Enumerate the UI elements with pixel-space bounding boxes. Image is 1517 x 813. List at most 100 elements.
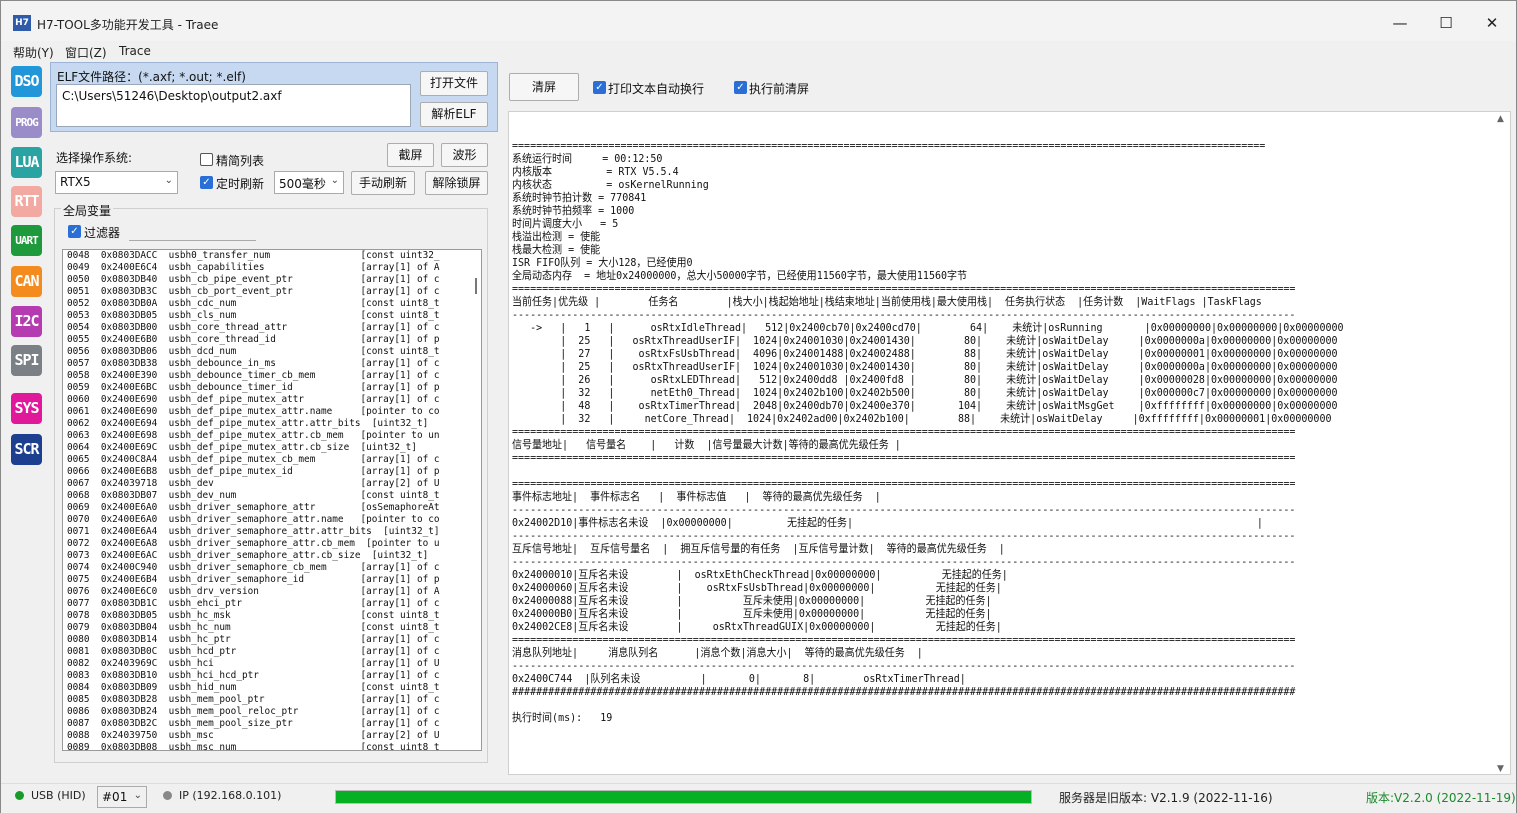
- waveform-button[interactable]: 波形: [441, 143, 488, 167]
- var-row[interactable]: 0078 0x0803DB05 usbh_hc_msk [const uint8…: [63, 610, 481, 622]
- var-row[interactable]: 0075 0x2400E6B4 usbh_driver_semaphore_id…: [63, 574, 481, 586]
- output-line: 0x24000010|互斥名未设 | osRtxEthCheckThread|0…: [512, 568, 1008, 581]
- var-row[interactable]: 0054 0x0803DB00 usbh_core_thread_attr [a…: [63, 322, 481, 334]
- usb-status-icon: [15, 791, 24, 800]
- var-row[interactable]: 0060 0x2400E690 usbh_def_pipe_mutex_attr…: [63, 394, 481, 406]
- tool-lua-button[interactable]: LUA: [11, 147, 42, 178]
- clear-screen-button[interactable]: 清屏: [509, 73, 579, 101]
- parse-elf-button[interactable]: 解析ELF: [420, 102, 488, 127]
- var-row[interactable]: 0081 0x0803DB0C usbh_hcd_ptr [array[1] o…: [63, 646, 481, 658]
- var-list-scrollbar[interactable]: [471, 250, 481, 750]
- scroll-down-icon[interactable]: ▼: [1497, 764, 1504, 774]
- filter-label: 过滤器: [84, 226, 121, 240]
- menu-trace[interactable]: Trace: [119, 44, 151, 58]
- var-row[interactable]: 0071 0x2400E6A4 usbh_driver_semaphore_at…: [63, 526, 481, 538]
- var-row[interactable]: 0066 0x2400E6B8 usbh_def_pipe_mutex_id […: [63, 466, 481, 478]
- var-row[interactable]: 0049 0x2400E6C4 usbh_capabilities [array…: [63, 262, 481, 274]
- output-line: | 25 | osRtxThreadUserIF| 1024|0x2400103…: [512, 334, 1338, 347]
- var-row[interactable]: 0065 0x2400C8A4 usbh_def_pipe_mutex_cb_m…: [63, 454, 481, 466]
- auto-wrap-checkbox[interactable]: ✓: [593, 81, 606, 94]
- var-row[interactable]: 0084 0x0803DB09 usbh_hid_num [const uint…: [63, 682, 481, 694]
- refresh-interval-select[interactable]: 500毫秒 ⌄: [274, 171, 344, 194]
- output-line: 0x24002D10|事件标志名未设 |0x00000000| 无挂起的任务| …: [512, 516, 1263, 529]
- tool-uart-button[interactable]: UART: [11, 225, 42, 256]
- var-row[interactable]: 0063 0x2400E698 usbh_def_pipe_mutex_attr…: [63, 430, 481, 442]
- var-row[interactable]: 0087 0x0803DB2C usbh_mem_pool_size_ptr […: [63, 718, 481, 730]
- var-row[interactable]: 0077 0x0803DB1C usbh_ehci_ptr [array[1] …: [63, 598, 481, 610]
- output-line: 系统时钟节拍计数 = 770841: [512, 191, 647, 204]
- clear-before-checkbox[interactable]: ✓: [734, 81, 747, 94]
- manual-refresh-button[interactable]: 手动刷新: [351, 171, 415, 195]
- tool-rtt-button[interactable]: RTT: [11, 186, 42, 217]
- var-row[interactable]: 0070 0x2400E6A0 usbh_driver_semaphore_at…: [63, 514, 481, 526]
- output-console[interactable]: ========================================…: [508, 111, 1511, 775]
- output-line: ----------------------------------------…: [512, 555, 1296, 568]
- output-line: | 25 | osRtxThreadUserIF| 1024|0x2400103…: [512, 360, 1338, 373]
- scroll-up-icon[interactable]: ▲: [1497, 114, 1504, 124]
- var-row[interactable]: 0062 0x2400E694 usbh_def_pipe_mutex_attr…: [63, 418, 481, 430]
- var-row[interactable]: 0079 0x0803DB04 usbh_hc_num [const uint8…: [63, 622, 481, 634]
- close-button[interactable]: ✕: [1477, 11, 1507, 35]
- output-line: 全局动态内存 = 地址0x24000000，总大小50000字节，已经使用115…: [512, 269, 968, 282]
- output-line: ========================================…: [512, 451, 1296, 464]
- device-select[interactable]: #01 ⌄: [97, 786, 147, 808]
- var-row[interactable]: 0051 0x0803DB3C usbh_cb_port_event_ptr […: [63, 286, 481, 298]
- filter-input[interactable]: [129, 219, 256, 241]
- menu-window[interactable]: 窗口(Z): [65, 44, 107, 61]
- tool-prog-button[interactable]: PROG: [11, 107, 42, 138]
- refresh-interval-value: 500毫秒: [279, 177, 326, 191]
- tool-can-button[interactable]: CAN: [11, 266, 42, 297]
- var-row[interactable]: 0085 0x0803DB28 usbh_mem_pool_ptr [array…: [63, 694, 481, 706]
- elf-panel: ELF文件路径：(*.axf; *.out; *.elf) C:\Users\5…: [50, 62, 498, 132]
- var-row[interactable]: 0080 0x0803DB14 usbh_hc_ptr [array[1] of…: [63, 634, 481, 646]
- output-line: ========================================…: [512, 139, 1266, 152]
- var-row[interactable]: 0055 0x2400E6B0 usbh_core_thread_id [arr…: [63, 334, 481, 346]
- var-row[interactable]: 0058 0x2400E390 usbh_debounce_timer_cb_m…: [63, 370, 481, 382]
- output-line: ========================================…: [512, 633, 1296, 646]
- var-row[interactable]: 0076 0x2400E6C0 usbh_drv_version [array[…: [63, 586, 481, 598]
- var-row[interactable]: 0048 0x0803DACC usbh0_transfer_num [cons…: [63, 250, 481, 262]
- var-row[interactable]: 0061 0x2400E690 usbh_def_pipe_mutex_attr…: [63, 406, 481, 418]
- tool-spi-button[interactable]: SPI: [11, 345, 42, 376]
- menu-help[interactable]: 帮助(Y): [13, 44, 54, 61]
- global-vars-list[interactable]: 0048 0x0803DACC usbh0_transfer_num [cons…: [62, 249, 482, 751]
- var-row[interactable]: 0059 0x2400E6BC usbh_debounce_timer_id […: [63, 382, 481, 394]
- var-row[interactable]: 0069 0x2400E6A0 usbh_driver_semaphore_at…: [63, 502, 481, 514]
- output-line: -> | 1 | osRtxIdleThread| 512|0x2400cb70…: [512, 321, 1344, 334]
- var-row[interactable]: 0067 0x24039718 usbh_dev [array[2] of U: [63, 478, 481, 490]
- unlock-screen-button[interactable]: 解除锁屏: [425, 171, 488, 195]
- var-row[interactable]: 0053 0x0803DB05 usbh_cls_num [const uint…: [63, 310, 481, 322]
- var-row[interactable]: 0057 0x0803DB38 usbh_debounce_in_ms [arr…: [63, 358, 481, 370]
- output-line: 0x24002CE8|互斥名未设 | osRtxThreadGUIX|0x000…: [512, 620, 1002, 633]
- chevron-down-icon: ⌄: [330, 175, 339, 186]
- os-select[interactable]: RTX5 ⌄: [55, 171, 178, 194]
- var-row[interactable]: 0073 0x2400E6AC usbh_driver_semaphore_at…: [63, 550, 481, 562]
- var-row[interactable]: 0050 0x0803DB40 usbh_cb_pipe_event_ptr […: [63, 274, 481, 286]
- tool-sys-button[interactable]: SYS: [11, 393, 42, 424]
- var-row[interactable]: 0083 0x0803DB10 usbh_hci_hcd_ptr [array[…: [63, 670, 481, 682]
- var-row[interactable]: 0089 0x0803DB08 usbh_msc_num [const uint…: [63, 742, 481, 750]
- filter-checkbox[interactable]: ✓: [68, 225, 81, 238]
- compact-list-checkbox[interactable]: [200, 153, 213, 166]
- var-row[interactable]: 0074 0x2400C940 usbh_driver_semaphore_cb…: [63, 562, 481, 574]
- var-row[interactable]: 0086 0x0803DB24 usbh_mem_pool_reloc_ptr …: [63, 706, 481, 718]
- var-row[interactable]: 0056 0x0803DB06 usbh_dcd_num [const uint…: [63, 346, 481, 358]
- tool-scr-button[interactable]: SCR: [11, 434, 42, 465]
- open-file-button[interactable]: 打开文件: [420, 71, 488, 96]
- maximize-button[interactable]: ☐: [1431, 11, 1461, 35]
- var-row[interactable]: 0068 0x0803DB07 usbh_dev_num [const uint…: [63, 490, 481, 502]
- var-row[interactable]: 0052 0x0803DB0A usbh_cdc_num [const uint…: [63, 298, 481, 310]
- screenshot-button[interactable]: 截屏: [387, 143, 434, 167]
- var-row[interactable]: 0088 0x24039750 usbh_msc [array[2] of U: [63, 730, 481, 742]
- output-scrollbar[interactable]: ▲ ▼: [1494, 112, 1510, 774]
- output-toolbar: 清屏 ✓ 打印文本自动换行 ✓ 执行前清屏: [501, 65, 1513, 111]
- var-row[interactable]: 0082 0x2403969C usbh_hci [array[1] of U: [63, 658, 481, 670]
- minimize-button[interactable]: —: [1385, 11, 1415, 35]
- elf-path-input[interactable]: C:\Users\51246\Desktop\output2.axf: [56, 84, 411, 127]
- var-row[interactable]: 0064 0x2400E69C usbh_def_pipe_mutex_attr…: [63, 442, 481, 454]
- tool-dso-button[interactable]: DSO: [11, 66, 42, 97]
- timer-refresh-checkbox[interactable]: ✓: [200, 176, 213, 189]
- tool-i2c-button[interactable]: I2C: [11, 306, 42, 337]
- var-row[interactable]: 0072 0x2400E6A8 usbh_driver_semaphore_at…: [63, 538, 481, 550]
